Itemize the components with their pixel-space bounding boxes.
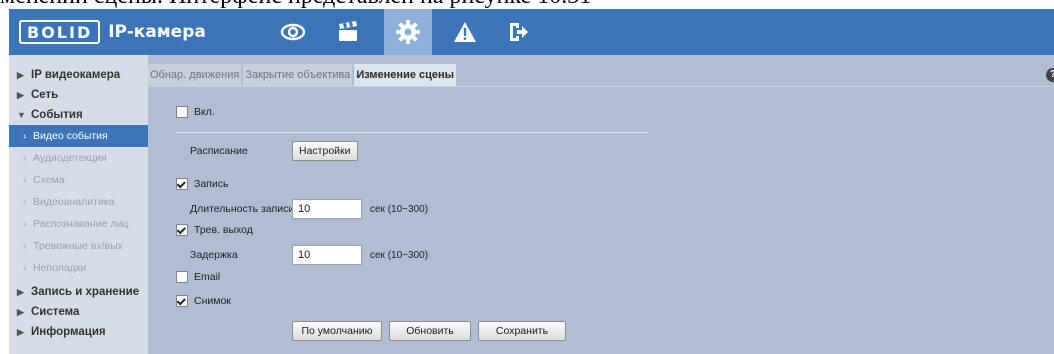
menu-label: Система	[31, 306, 80, 318]
sidebar-item-video-analytics[interactable]: › Видеоаналитика	[9, 191, 148, 213]
brand-logo: BOLID	[19, 20, 101, 44]
chevron-right-icon: ›	[23, 240, 27, 252]
menu-network[interactable]: ▶ Сеть	[9, 85, 148, 105]
save-button[interactable]: Сохранить	[478, 321, 566, 341]
sidebar-item-face-recognition[interactable]: › Распознавание лиц	[9, 213, 148, 235]
default-button[interactable]: По умолчанию	[292, 321, 382, 341]
chevron-right-icon: ›	[23, 218, 27, 230]
email-label: Email	[194, 271, 221, 283]
record-duration-input[interactable]: 10	[292, 199, 362, 219]
email-checkbox[interactable]	[176, 271, 188, 283]
delay-row: Задержка 10 сек (10~300)	[190, 245, 428, 265]
triangle-right-icon: ▶	[17, 327, 24, 337]
delay-input[interactable]: 10	[292, 245, 362, 265]
triangle-right-icon: ▶	[17, 287, 24, 297]
record-label: Запись	[194, 178, 229, 190]
triangle-right-icon: ▶	[17, 70, 24, 80]
chevron-right-icon: ›	[23, 262, 27, 274]
menu-label: Запись и хранение	[31, 286, 140, 298]
settings-content: Обнар. движения Закрытие объектива Измен…	[148, 55, 1054, 354]
chevron-right-icon: ›	[23, 130, 27, 142]
sidebar-item-label: Схема	[33, 174, 65, 186]
menu-system[interactable]: ▶ Система	[9, 302, 148, 322]
schedule-label: Расписание	[190, 145, 248, 157]
chevron-right-icon: ›	[23, 196, 27, 208]
menu-information[interactable]: ▶ Информация	[9, 322, 148, 342]
snapshot-label: Снимок	[194, 295, 231, 307]
email-row: Email	[176, 271, 220, 283]
triangle-right-icon: ▶	[17, 307, 24, 317]
action-buttons: По умолчанию Обновить Сохранить	[292, 321, 566, 341]
chevron-right-icon: ›	[23, 152, 27, 164]
record-duration-label: Длительность записи	[190, 203, 292, 215]
sidebar-item-label: Распознавание лиц	[33, 218, 129, 230]
delay-label: Задержка	[190, 249, 238, 261]
warning-icon[interactable]	[441, 9, 489, 55]
sidebar-item-label: Видео события	[33, 130, 108, 142]
app-title: IP-камера	[108, 22, 206, 42]
tab-motion-detection[interactable]: Обнар. движения	[148, 64, 242, 86]
alarm-out-row: Трев. выход	[176, 224, 253, 236]
alarm-out-checkbox[interactable]	[176, 224, 188, 236]
snapshot-row: Снимок	[176, 295, 231, 307]
sidebar-item-label: Тревожные вх/вых	[33, 240, 123, 252]
enable-label: Вкл.	[194, 106, 215, 118]
menu-ip-camera[interactable]: ▶ IP видеокамера	[9, 65, 148, 85]
alarm-out-label: Трев. выход	[194, 224, 253, 236]
record-duration-row: Длительность записи 10 сек (10~300)	[190, 199, 428, 219]
logo: BOLID IP-камера	[19, 20, 206, 44]
menu-label: Сеть	[31, 89, 59, 101]
clapperboard-icon[interactable]	[324, 9, 372, 55]
sidebar-item-label: Неполадки	[33, 262, 87, 274]
menu-events[interactable]: ▼ События	[9, 105, 148, 125]
delay-unit: сек (10~300)	[370, 249, 429, 261]
triangle-down-icon: ▼	[17, 110, 26, 120]
triangle-right-icon: ▶	[17, 90, 24, 100]
menu-label: События	[31, 109, 83, 121]
page-caption: менении сцены. Интерфейс представлен на …	[0, 0, 591, 9]
snapshot-checkbox[interactable]	[176, 295, 188, 307]
enable-row: Вкл.	[176, 106, 215, 118]
menu-label: IP видеокамера	[31, 69, 121, 81]
logout-icon[interactable]	[494, 9, 542, 55]
tab-scene-change[interactable]: Изменение сцены	[354, 64, 457, 86]
gear-icon[interactable]	[384, 9, 432, 55]
record-row: Запись	[176, 178, 228, 190]
sidebar-item-audio-detection[interactable]: › Аудиодетекция	[9, 147, 148, 169]
sidebar-item-video-events[interactable]: › Видео события	[9, 125, 148, 147]
divider	[176, 132, 648, 133]
refresh-button[interactable]: Обновить	[389, 321, 471, 341]
schedule-settings-button[interactable]: Настройки	[292, 141, 358, 161]
top-header: BOLID IP-камера	[9, 9, 1054, 55]
menu-label: Информация	[31, 326, 106, 338]
record-duration-unit: сек (10~300)	[370, 203, 429, 215]
chevron-right-icon: ›	[23, 174, 27, 186]
sidebar-item-label: Видеоаналитика	[33, 196, 115, 208]
sidebar-item-alarm-io[interactable]: › Тревожные вх/вых	[9, 235, 148, 257]
record-checkbox[interactable]	[176, 178, 188, 190]
enable-checkbox[interactable]	[176, 106, 188, 118]
menu-record-storage[interactable]: ▶ Запись и хранение	[9, 282, 148, 302]
tab-bar: Обнар. движения Закрытие объектива Измен…	[148, 64, 458, 86]
help-icon[interactable]: ?	[1046, 68, 1054, 82]
sidebar-item-faults[interactable]: › Неполадки	[9, 257, 148, 279]
sidebar-item-scheme[interactable]: › Схема	[9, 169, 148, 191]
tab-divider	[148, 86, 1054, 87]
sidebar-item-label: Аудиодетекция	[33, 152, 107, 164]
schedule-row: Расписание Настройки	[190, 141, 358, 161]
settings-sidebar: ▶ IP видеокамера ▶ Сеть ▼ События › Видео со…	[9, 55, 148, 354]
eye-icon[interactable]	[269, 9, 317, 55]
tab-lens-cover[interactable]: Закрытие объектива	[243, 64, 353, 86]
